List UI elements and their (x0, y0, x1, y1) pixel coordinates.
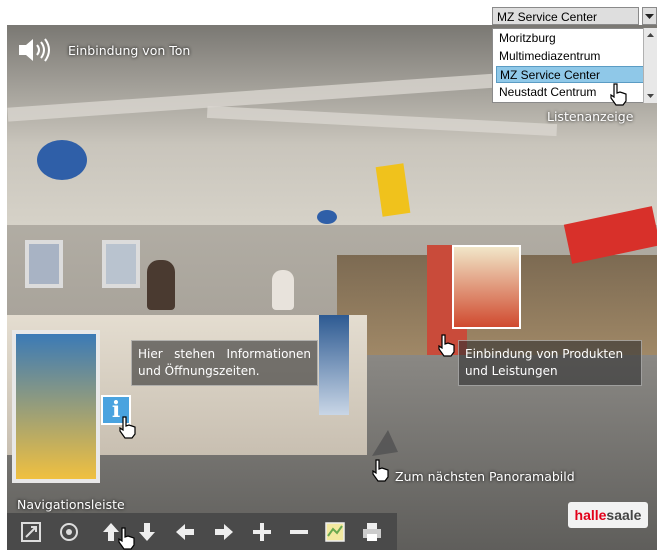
scroll-down-icon (647, 94, 654, 98)
ceiling-lamp (317, 210, 337, 224)
dropdown-list[interactable]: Moritzburg Multimediazentrum MZ Service … (492, 28, 657, 103)
rotate-icon (60, 523, 78, 541)
wall-poster (25, 240, 63, 288)
hand-cursor-icon (119, 416, 136, 439)
arrow-down-icon (139, 523, 155, 541)
next-panorama-arrow-icon[interactable] (368, 428, 402, 458)
dropdown-option-selected[interactable]: MZ Service Center (496, 66, 644, 83)
navigation-bar (7, 513, 397, 550)
counter-display (319, 315, 349, 415)
down-button[interactable] (135, 520, 159, 544)
chevron-down-icon (645, 14, 654, 19)
zoom-in-icon (253, 523, 271, 541)
map-icon (325, 522, 345, 542)
logo-text-b: saale (606, 507, 642, 523)
map-button[interactable] (323, 520, 347, 544)
hand-cursor-icon (372, 459, 389, 482)
hand-cursor-icon (118, 527, 135, 550)
dropdown-scrollbar[interactable] (643, 28, 657, 103)
product-tooltip-text: Einbindung von Produkten und Leistungen (465, 347, 624, 378)
ceiling-lamp (37, 140, 87, 180)
navbar-caption: Navigationsleiste (17, 497, 125, 512)
dropdown-arrow[interactable] (642, 7, 657, 25)
rotate-button[interactable] (57, 520, 81, 544)
hallesaale-logo: hallesaale (568, 502, 648, 528)
speaker-icon (19, 38, 50, 62)
fullscreen-icon (21, 522, 41, 542)
staff-person (147, 260, 175, 310)
arrow-right-icon (215, 524, 233, 540)
hand-cursor-icon (610, 83, 627, 106)
print-icon (363, 523, 381, 541)
hand-cursor-icon[interactable] (436, 333, 456, 357)
arrow-left-icon (176, 524, 194, 540)
scroll-up-icon (647, 33, 654, 37)
logo-text-a: halle (574, 507, 607, 523)
counter-display (12, 330, 100, 483)
dropdown-option[interactable]: Multimediazentrum (496, 48, 644, 65)
product-display (452, 245, 521, 329)
sound-label: Einbindung von Ton (68, 43, 191, 58)
print-button[interactable] (360, 520, 384, 544)
zoom-in-button[interactable] (250, 520, 274, 544)
zoom-out-button[interactable] (287, 520, 311, 544)
sound-control[interactable] (17, 37, 57, 63)
dropdown-caption: Listenanzeige (547, 109, 634, 124)
zoom-out-icon (290, 530, 308, 534)
fullscreen-button[interactable] (19, 520, 43, 544)
left-button[interactable] (173, 520, 197, 544)
dropdown-selected[interactable]: MZ Service Center (492, 7, 639, 25)
right-button[interactable] (212, 520, 236, 544)
staff-person (272, 270, 294, 310)
wall-poster (102, 240, 140, 288)
next-panorama-label: Zum nächsten Panoramabild (395, 469, 575, 484)
info-tooltip-text: Hier stehen Informationen und Öffnungsze… (138, 347, 311, 378)
dropdown-option[interactable]: Moritzburg (496, 30, 644, 47)
info-tooltip: Hier stehen Informationen und Öffnungsze… (131, 340, 318, 386)
product-tooltip: Einbindung von Produkten und Leistungen (458, 340, 642, 386)
